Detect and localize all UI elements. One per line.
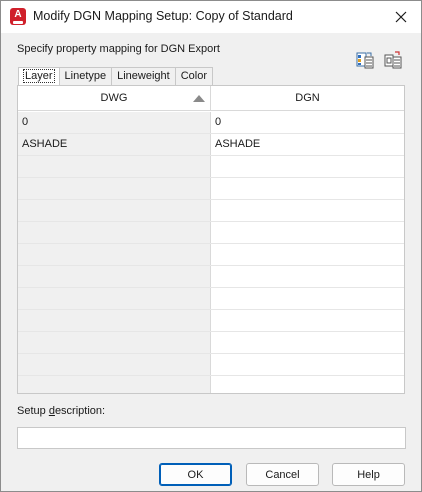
dwg-cell xyxy=(18,266,211,287)
table-row[interactable]: 00 xyxy=(18,112,404,134)
dwg-cell xyxy=(18,288,211,309)
title-bar[interactable]: A Modify DGN Mapping Setup: Copy of Stan… xyxy=(1,1,421,33)
setup-description-field[interactable] xyxy=(17,427,406,449)
dgn-cell[interactable]: 0 xyxy=(211,112,404,133)
dwg-cell xyxy=(18,156,211,177)
tab-layer[interactable]: Layer xyxy=(18,67,60,86)
mapping-tabs: Layer Linetype Lineweight Color xyxy=(18,67,214,86)
table-row[interactable] xyxy=(18,156,404,178)
tab-label: Linetype xyxy=(64,70,107,82)
dgn-cell[interactable] xyxy=(211,332,404,353)
dgn-cell[interactable] xyxy=(211,178,404,199)
dwg-cell xyxy=(18,310,211,331)
table-row[interactable] xyxy=(18,266,404,288)
column-header-label: DGN xyxy=(295,92,320,104)
dgn-cell[interactable] xyxy=(211,222,404,243)
dgn-cell[interactable] xyxy=(211,288,404,309)
dgn-cell[interactable] xyxy=(211,266,404,287)
sort-ascending-icon xyxy=(193,95,205,102)
dwg-cell xyxy=(18,376,211,393)
table-row[interactable] xyxy=(18,288,404,310)
mapping-table-button[interactable] xyxy=(354,49,376,71)
column-header-dgn[interactable]: DGN xyxy=(211,86,404,111)
grid-header: DWG DGN xyxy=(18,86,404,111)
close-icon xyxy=(395,11,407,23)
setup-description-label: Setup description: xyxy=(17,405,105,417)
dgn-cell[interactable] xyxy=(211,354,404,375)
table-row[interactable]: ASHADE ASHADE xyxy=(18,134,404,156)
label-text: Setup xyxy=(17,405,49,417)
tab-label: Lineweight xyxy=(117,70,170,82)
dwg-cell xyxy=(18,200,211,221)
table-row[interactable] xyxy=(18,376,404,393)
tab-linetype[interactable]: Linetype xyxy=(58,67,113,86)
dwg-cell xyxy=(18,178,211,199)
dwg-cell xyxy=(18,332,211,353)
table-row[interactable] xyxy=(18,222,404,244)
modify-dgn-mapping-dialog: A Modify DGN Mapping Setup: Copy of Stan… xyxy=(0,0,422,492)
window-title: Modify DGN Mapping Setup: Copy of Standa… xyxy=(33,9,293,23)
dgn-export-icon xyxy=(384,51,402,69)
mapping-grid[interactable]: DWG DGN 0 0 ASHADE ASHADE xyxy=(17,85,405,394)
table-row[interactable] xyxy=(18,332,404,354)
dgn-cell[interactable] xyxy=(211,244,404,265)
dwg-cell xyxy=(18,244,211,265)
table-row[interactable] xyxy=(18,244,404,266)
dwg-cell: ASHADE xyxy=(18,134,211,155)
table-row[interactable] xyxy=(18,310,404,332)
tab-label: Color xyxy=(180,70,208,82)
help-button[interactable]: Help xyxy=(332,463,405,486)
label-text: escription: xyxy=(54,405,106,417)
dgn-cell[interactable] xyxy=(211,376,404,393)
cancel-button[interactable]: Cancel xyxy=(246,463,319,486)
ok-button[interactable]: OK xyxy=(159,463,232,486)
table-row[interactable] xyxy=(18,178,404,200)
dwg-cell xyxy=(18,222,211,243)
table-row[interactable] xyxy=(18,354,404,376)
tab-label: Layer xyxy=(23,69,55,83)
dgn-export-button[interactable] xyxy=(382,49,404,71)
table-row[interactable] xyxy=(18,200,404,222)
dwg-cell: 0 xyxy=(18,112,211,133)
mapping-table-icon xyxy=(356,52,374,69)
column-header-label: DWG xyxy=(100,92,128,104)
dgn-cell[interactable] xyxy=(211,200,404,221)
autocad-logo-icon: A xyxy=(10,8,26,25)
column-header-dwg[interactable]: DWG xyxy=(18,86,211,111)
tab-color[interactable]: Color xyxy=(174,67,214,86)
tab-lineweight[interactable]: Lineweight xyxy=(111,67,176,86)
dgn-cell[interactable]: ASHADE xyxy=(211,134,404,155)
grid-rows: 0 0 ASHADE ASHADE xyxy=(18,112,404,393)
dgn-cell[interactable] xyxy=(211,156,404,177)
prompt-label: Specify property mapping for DGN Export xyxy=(17,43,220,55)
close-button[interactable] xyxy=(387,4,415,30)
dwg-cell xyxy=(18,354,211,375)
dgn-cell[interactable] xyxy=(211,310,404,331)
